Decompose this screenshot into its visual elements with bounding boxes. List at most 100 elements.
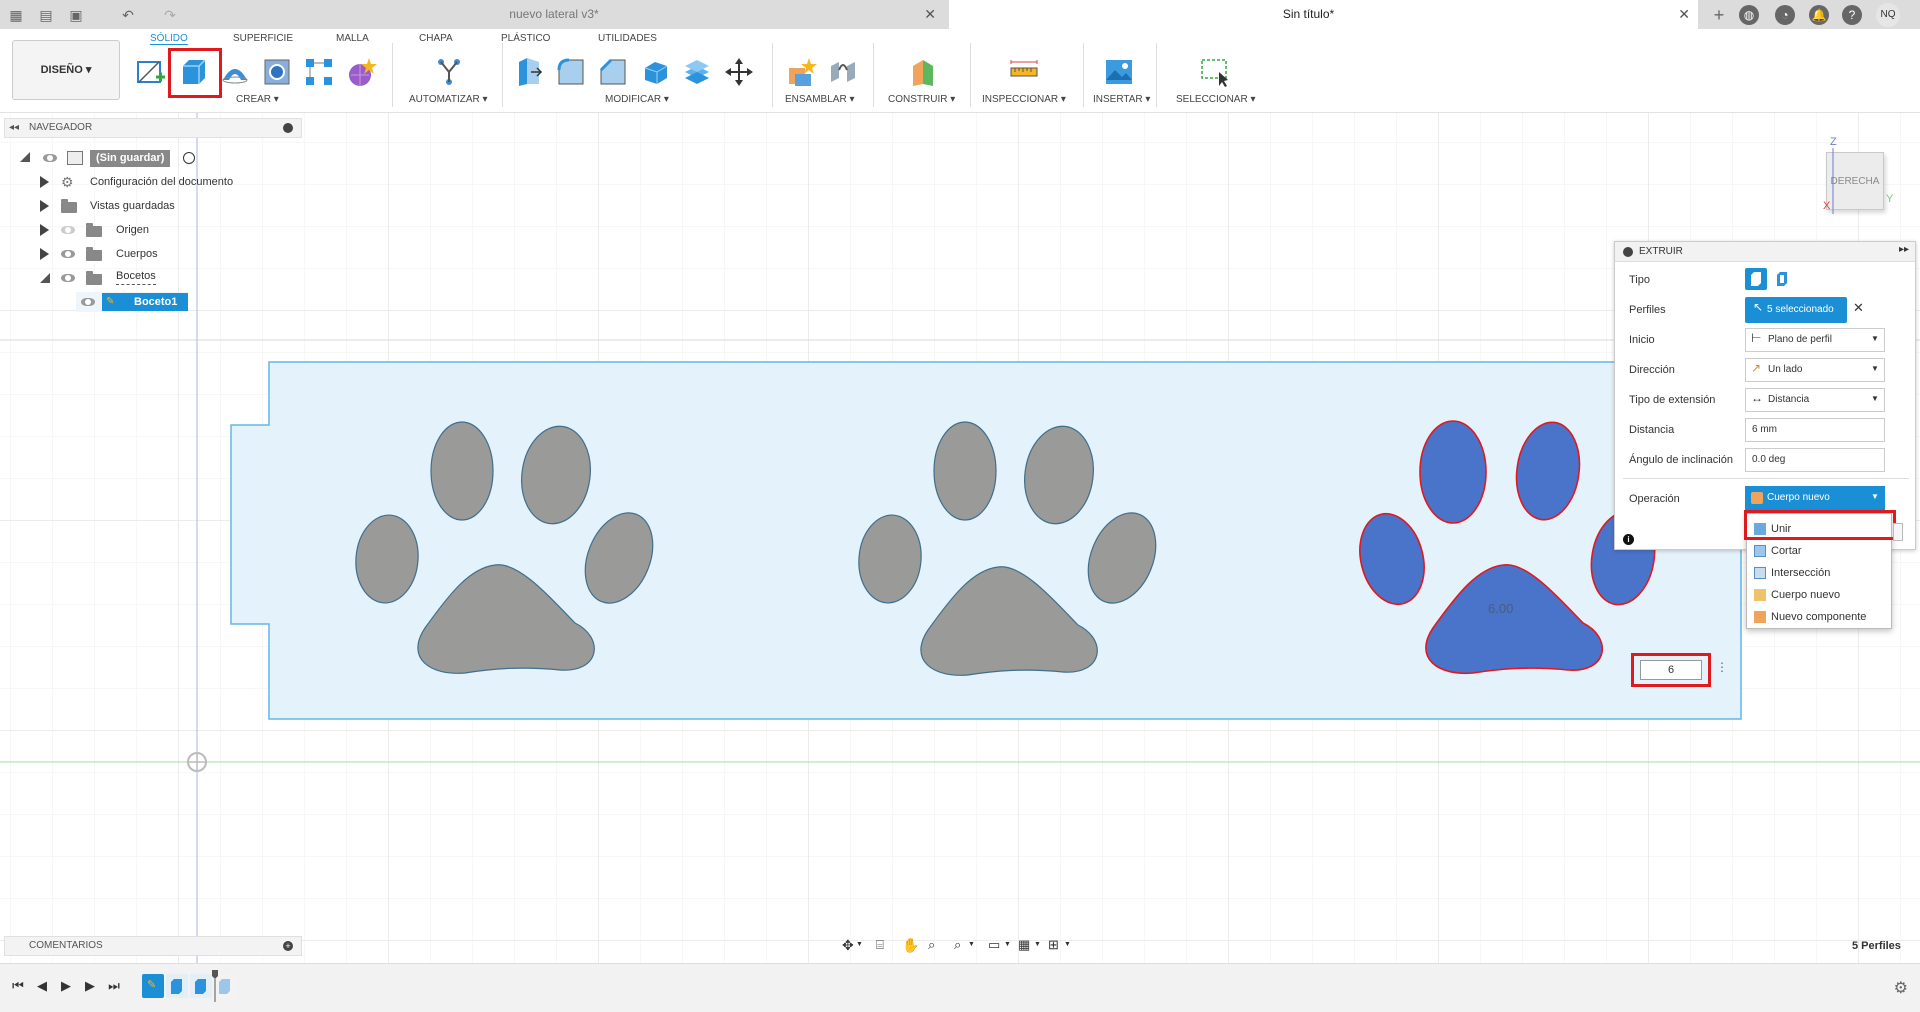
step-back-icon[interactable]: ◀	[34, 978, 50, 994]
display-settings-icon[interactable]: ▭	[988, 937, 1000, 953]
close-tab-icon[interactable]: ✕	[1678, 0, 1690, 29]
chevron-down-icon[interactable]: ▼	[1871, 492, 1879, 501]
chamfer-icon[interactable]	[596, 54, 630, 90]
group-insert-label[interactable]: INSERTAR ▾	[1093, 94, 1150, 105]
chevron-down-icon[interactable]: ▼	[1871, 364, 1879, 373]
collapse-icon[interactable]	[40, 273, 50, 283]
play-icon[interactable]: ▶	[58, 978, 74, 994]
kebab-menu-icon[interactable]: ⋮	[1716, 660, 1728, 674]
create-sketch-icon[interactable]	[134, 54, 168, 90]
expand-icon[interactable]	[40, 200, 49, 212]
help-icon[interactable]: ?	[1842, 5, 1862, 25]
tab-document-2[interactable]: Sin título* ✕	[949, 0, 1698, 29]
group-automate-label[interactable]: AUTOMATIZAR ▾	[409, 94, 488, 105]
chevron-down-icon[interactable]: ▼	[968, 941, 975, 948]
chevron-down-icon[interactable]: ▼	[1871, 394, 1879, 403]
new-tab-icon[interactable]: +	[1709, 5, 1729, 25]
timeline-extrude-feature[interactable]	[190, 974, 212, 998]
direction-select[interactable]: Un lado	[1745, 358, 1885, 382]
group-inspect-label[interactable]: INSPECCIONAR ▾	[982, 94, 1066, 105]
shell-icon[interactable]	[638, 54, 672, 90]
chevron-down-icon[interactable]: ▼	[856, 941, 863, 948]
zoom-icon[interactable]: ⌕	[928, 937, 935, 953]
step-forward-icon[interactable]: ▶	[82, 978, 98, 994]
save-icon[interactable]: ▣	[66, 5, 86, 25]
tab-sheet-metal[interactable]: CHAPA	[419, 33, 453, 44]
visibility-icon[interactable]	[61, 250, 75, 258]
fillet-icon[interactable]	[554, 54, 588, 90]
measure-icon[interactable]	[1007, 54, 1041, 90]
insert-image-icon[interactable]	[1102, 54, 1136, 90]
tab-plastic[interactable]: PLÁSTICO	[501, 33, 550, 44]
chevron-down-icon[interactable]: ▼	[1871, 334, 1879, 343]
tab-surface[interactable]: SUPERFICIE	[233, 33, 293, 44]
undo-icon[interactable]: ↶	[118, 5, 138, 25]
go-to-start-icon[interactable]: ⏮	[10, 978, 26, 994]
avatar[interactable]: NQ	[1876, 3, 1900, 27]
redo-icon[interactable]: ↷	[160, 5, 180, 25]
operation-select[interactable]: Cuerpo nuevo	[1745, 486, 1885, 510]
app-grid-icon[interactable]: ▦	[6, 5, 26, 25]
extrude-icon[interactable]	[176, 54, 210, 90]
notifications-icon[interactable]: 🔔	[1809, 5, 1829, 25]
select-icon[interactable]	[1198, 54, 1232, 90]
visibility-icon[interactable]	[43, 154, 57, 162]
rectangular-pattern-icon[interactable]	[302, 54, 336, 90]
option-cut[interactable]: Cortar	[1747, 540, 1893, 562]
dialog-ok-button-partial[interactable]	[1893, 523, 1903, 541]
fit-icon[interactable]: ⌕	[954, 937, 961, 953]
chevron-down-icon[interactable]: ▼	[1034, 941, 1041, 948]
tab-mesh[interactable]: MALLA	[336, 33, 369, 44]
pan-icon[interactable]: ✋	[902, 937, 919, 954]
taper-angle-field[interactable]: 0.0 deg	[1745, 448, 1885, 472]
timeline-extrude-feature[interactable]	[166, 974, 188, 998]
tree-item-sketch1[interactable]: ✎ Boceto1	[76, 292, 188, 312]
chevron-down-icon[interactable]: ▼	[1064, 941, 1071, 948]
group-create-label[interactable]: CREAR ▾	[236, 94, 279, 105]
timeline-marker[interactable]	[212, 970, 218, 1002]
option-join[interactable]: Unir	[1747, 518, 1893, 540]
viewports-icon[interactable]: ⊞	[1048, 937, 1059, 953]
extent-type-select[interactable]: Distancia	[1745, 388, 1885, 412]
distance-input[interactable]: 6	[1640, 660, 1702, 680]
press-pull-icon[interactable]	[512, 54, 546, 90]
pin-icon[interactable]	[283, 123, 293, 133]
start-select[interactable]: Plano de perfil	[1745, 328, 1885, 352]
workspace-switcher-button[interactable]: DISEÑO ▾	[12, 40, 120, 100]
option-intersect[interactable]: Intersección	[1747, 562, 1893, 584]
tree-root-label[interactable]: (Sin guardar)	[90, 150, 171, 167]
tab-utilities[interactable]: UTILIDADES	[598, 33, 657, 44]
tab-document-1[interactable]: nuevo lateral v3* ✕	[194, 0, 944, 29]
orbit-icon[interactable]: ✥	[842, 937, 854, 954]
expand-icon[interactable]	[40, 224, 49, 236]
clear-selection-icon[interactable]: ✕	[1853, 300, 1864, 316]
hidden-eye-icon[interactable]	[61, 226, 75, 234]
group-construct-label[interactable]: CONSTRUIR ▾	[888, 94, 955, 105]
option-new-component[interactable]: Nuevo componente	[1747, 606, 1893, 628]
group-modify-label[interactable]: MODIFICAR ▾	[605, 94, 669, 105]
option-new-body[interactable]: Cuerpo nuevo	[1747, 584, 1893, 606]
expand-dialog-icon[interactable]: ▸▸	[1899, 244, 1909, 255]
collapse-icon[interactable]: ◂◂	[9, 119, 19, 137]
look-at-icon[interactable]: ⌸	[876, 937, 884, 953]
expand-icon[interactable]	[40, 248, 49, 260]
visibility-icon[interactable]	[81, 298, 95, 306]
timeline-settings-icon[interactable]: ⚙	[1894, 978, 1908, 998]
chevron-down-icon[interactable]: ▼	[1004, 941, 1011, 948]
tab-solid[interactable]: SÓLIDO	[150, 33, 188, 44]
go-to-end-icon[interactable]: ⏭	[106, 978, 122, 994]
timeline-sketch-feature[interactable]: ✎	[142, 974, 164, 998]
add-comment-icon[interactable]: +	[283, 941, 293, 951]
type-solid-icon[interactable]	[1745, 268, 1767, 290]
distance-field[interactable]: 6 mm	[1745, 418, 1885, 442]
collapse-tree-icon[interactable]	[20, 152, 30, 162]
extensions-icon[interactable]: ◍	[1739, 5, 1759, 25]
grid-icon[interactable]: ▦	[1018, 937, 1030, 953]
info-icon[interactable]: i	[1623, 534, 1634, 545]
comments-panel[interactable]: COMENTARIOS +	[4, 936, 302, 956]
minus-circle-icon[interactable]	[1623, 247, 1633, 257]
offset-plane-icon[interactable]	[906, 54, 940, 90]
group-select-label[interactable]: SELECCIONAR ▾	[1176, 94, 1255, 105]
joint-icon[interactable]	[826, 54, 860, 90]
expand-icon[interactable]	[40, 176, 49, 188]
